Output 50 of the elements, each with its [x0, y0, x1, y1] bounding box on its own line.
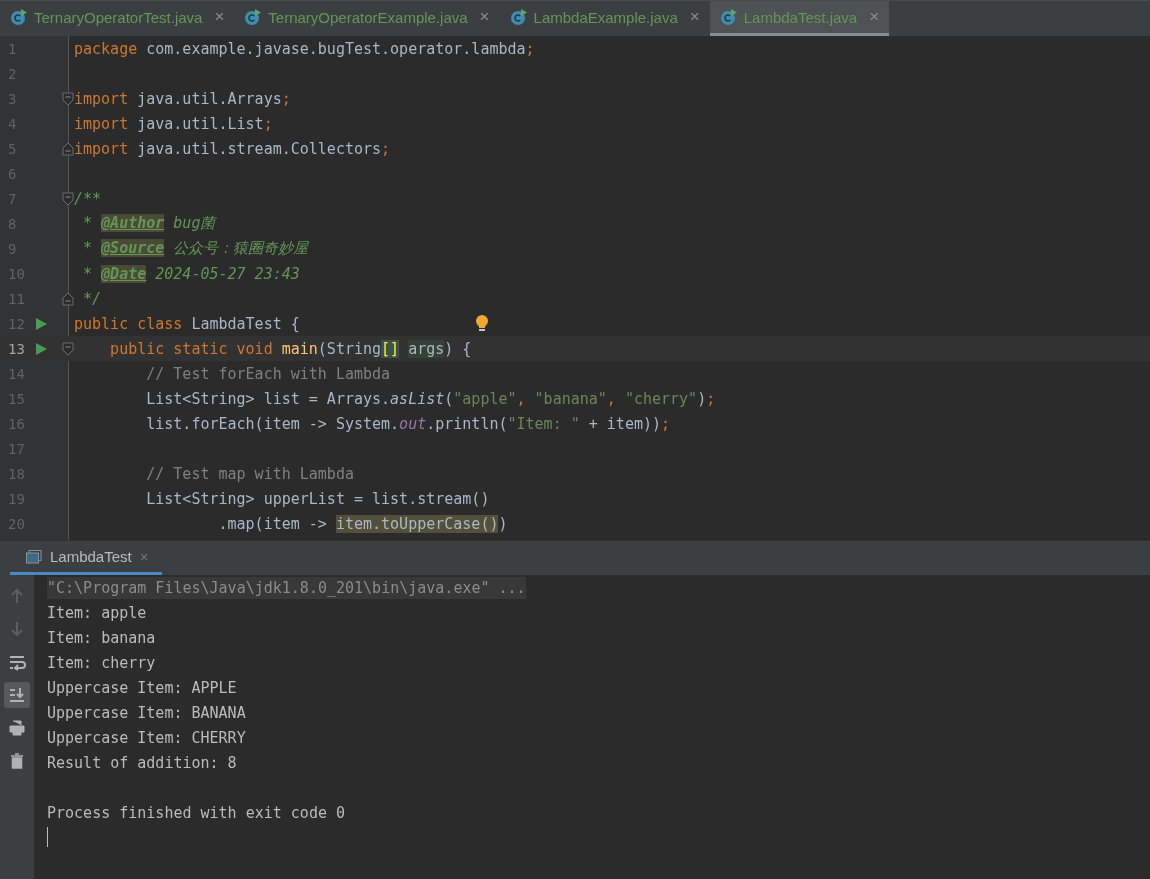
fold-icon[interactable]	[62, 141, 74, 156]
run-icon[interactable]	[36, 317, 47, 330]
editor-tab[interactable]: TernaryOperatorExample.java ×	[234, 1, 500, 36]
run-command: "C:\Program Files\Java\jdk1.8.0_201\bin\java.exe" ...	[47, 576, 526, 599]
code-line: package com.example.javase.bugTest.operator.lambda;	[74, 39, 535, 58]
java-class-icon	[509, 8, 528, 26]
console-output-line: Process finished with exit code 0	[47, 803, 345, 822]
code-line: import java.util.Arrays;	[74, 89, 291, 108]
line-number: 13	[7, 340, 26, 357]
java-class-icon	[10, 8, 28, 26]
code-line: import java.util.stream.Collectors;	[74, 139, 391, 158]
close-icon[interactable]: ×	[479, 7, 490, 27]
code-line: List<String> list = Arrays.asList("apple", "banana", "cherry");	[145, 389, 716, 408]
close-icon[interactable]: ×	[689, 7, 700, 27]
console-output-line: Item: apple	[47, 603, 147, 622]
java-class-icon	[244, 8, 263, 26]
code-line: List<String> upperList = list.stream()	[145, 489, 490, 508]
editor-tab[interactable]: TernaryOperatorTest.java ×	[0, 1, 235, 36]
code-line: public static void main(String[] args) {	[109, 339, 472, 358]
code-line: * @Author bug菌	[82, 214, 216, 233]
code-line: /**	[74, 189, 102, 208]
code-line: // Test forEach with Lambda	[145, 364, 391, 383]
console-output-line: Uppercase Item: BANANA	[47, 703, 246, 722]
code-line: * @Source 公众号：猿圈奇妙屋	[82, 239, 309, 258]
scroll-to-end-icon[interactable]	[4, 682, 30, 708]
close-icon[interactable]: ×	[869, 7, 880, 27]
editor-tab[interactable]: LambdaExample.java ×	[499, 1, 710, 36]
console-window-icon	[26, 549, 42, 564]
fold-icon[interactable]	[62, 341, 74, 356]
run-icon[interactable]	[36, 342, 47, 355]
fold-icon[interactable]	[62, 91, 74, 106]
java-class-icon	[719, 8, 738, 26]
code-line: import java.util.List;	[74, 114, 273, 133]
console-output-line: Result of addition: 8	[47, 753, 237, 772]
editor-tab[interactable]: LambdaTest.java ×	[709, 1, 890, 36]
console-output-line: Item: cherry	[47, 653, 156, 672]
code-line: * @Date 2024-05-27 23:43	[82, 264, 300, 283]
code-line: */	[82, 289, 102, 308]
fold-icon[interactable]	[62, 291, 74, 306]
code-line: // Test map with Lambda	[145, 464, 354, 483]
close-icon[interactable]: ×	[139, 548, 149, 565]
console-output-line: Item: banana	[47, 628, 156, 647]
code-line: public class LambdaTest {	[74, 314, 300, 333]
console-output-line: Uppercase Item: APPLE	[47, 678, 237, 697]
console-output-line: Uppercase Item: CHERRY	[47, 728, 246, 747]
close-icon[interactable]: ×	[214, 7, 225, 27]
fold-icon[interactable]	[62, 191, 74, 206]
text-cursor	[47, 827, 48, 847]
lightbulb-icon[interactable]	[475, 314, 489, 332]
code-line: list.forEach(item -> System.out.println("Item: " + item));	[145, 414, 671, 433]
